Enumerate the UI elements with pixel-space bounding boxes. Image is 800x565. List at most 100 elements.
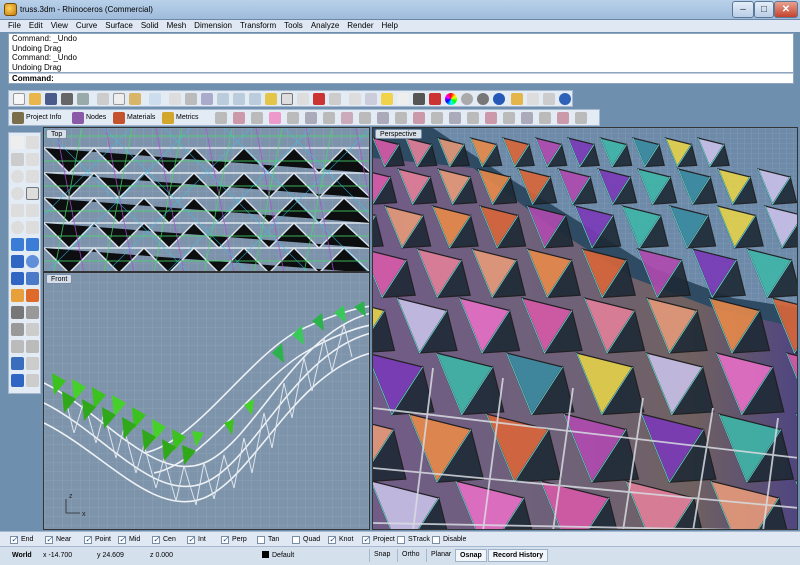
save-icon[interactable] [45,93,57,105]
truss-tool-icon[interactable] [287,112,299,124]
snap-pane[interactable]: Snap [369,549,394,562]
maximize-button[interactable]: □ [754,1,774,18]
zoom-window-icon[interactable] [233,93,245,105]
osnap-tan[interactable]: Tan [257,534,279,545]
osnap-pane[interactable]: Osnap [455,549,487,562]
properties-icon[interactable] [77,93,89,105]
rotate-tool-icon[interactable] [11,323,24,336]
zoom-selected-icon[interactable] [265,93,277,105]
surface-tools-icon[interactable] [26,238,39,251]
freeform-icon[interactable] [26,204,39,217]
truss-tool-icon[interactable] [431,112,443,124]
boolean-icon[interactable] [11,289,24,302]
metrics-button[interactable]: Metrics [161,111,199,125]
mesh-icon[interactable] [26,272,39,285]
truss-tool-icon[interactable] [233,112,245,124]
zoom-icon[interactable] [217,93,229,105]
truss-tool-icon[interactable] [467,112,479,124]
four-viewports-icon[interactable] [281,93,293,105]
truss-tool-icon[interactable] [215,112,227,124]
fillet-icon[interactable] [26,221,39,234]
osnap-mid[interactable]: Mid [118,534,140,545]
select-all-icon[interactable] [349,93,361,105]
truss-tool-icon[interactable] [395,112,407,124]
checkbox-checked[interactable] [118,534,126,545]
curve-icon[interactable] [26,153,39,166]
checkbox-unchecked[interactable] [397,536,405,544]
checkbox-checked[interactable] [84,534,92,545]
ortho-pane[interactable]: Ortho [397,549,424,562]
truss-tool-icon[interactable] [269,112,281,124]
polyline-icon[interactable] [11,153,24,166]
truss-tool-icon[interactable] [557,112,569,124]
viewport-label-front[interactable]: Front [46,274,73,284]
close-button[interactable]: ✕ [774,1,798,18]
zoom-extents-icon[interactable] [249,93,261,105]
cplane-icon[interactable] [313,93,325,105]
menu-tools[interactable]: Tools [280,20,307,32]
explode-icon[interactable] [26,289,39,302]
truss-tool-icon[interactable] [305,112,317,124]
checkbox-checked[interactable] [10,534,18,545]
ellipse-icon[interactable] [11,187,24,200]
extrude-icon[interactable] [11,272,24,285]
viewport-label-perspective[interactable]: Perspective [375,129,422,139]
truss-tool-icon[interactable] [413,112,425,124]
osnap-knot[interactable]: Knot [328,534,353,545]
paste-icon[interactable] [129,93,141,105]
surface-icon[interactable] [11,238,24,251]
menu-view[interactable]: View [47,20,72,32]
truss-tool-icon[interactable] [377,112,389,124]
split-icon[interactable] [26,340,39,353]
truss-tool-icon[interactable] [341,112,353,124]
top-viewport[interactable]: Top [43,127,370,272]
truss-tool-icon[interactable] [575,112,587,124]
viewport-label-top[interactable]: Top [46,129,68,139]
render-tool-icon[interactable] [26,374,39,387]
osnap-disable[interactable]: Disable [432,534,466,545]
current-layer[interactable]: Default [262,550,294,562]
rectangle-icon[interactable] [26,187,39,200]
osnap-quad[interactable]: Quad [292,534,320,545]
move-tool-icon[interactable] [11,306,24,319]
menu-help[interactable]: Help [378,20,402,32]
point-icon[interactable] [26,136,39,149]
dimension-icon[interactable] [26,357,39,370]
layer-icon[interactable] [413,93,425,105]
rotate-view-icon[interactable] [201,93,213,105]
menu-render[interactable]: Render [343,20,377,32]
checkbox-checked[interactable] [45,534,53,545]
planar-pane[interactable]: Planar [426,549,455,562]
print-icon[interactable] [61,93,73,105]
osnap-point[interactable]: Point [84,534,111,545]
select-arrow-icon[interactable] [11,136,24,149]
rhino-app-icon[interactable] [4,3,17,16]
grid-icon[interactable] [297,93,309,105]
cut-icon[interactable] [97,93,109,105]
menu-mesh[interactable]: Mesh [163,20,191,32]
spotlight-icon[interactable] [511,93,523,105]
named-view-icon[interactable] [329,93,341,105]
truss-tool-icon[interactable] [251,112,263,124]
osnap-project[interactable]: Project [362,534,395,545]
lock-icon[interactable] [397,93,409,105]
menu-transform[interactable]: Transform [236,20,280,32]
truss-tool-icon[interactable] [485,112,497,124]
checkbox-checked[interactable] [328,534,336,545]
osnap-cen[interactable]: Cen [152,534,176,545]
perspective-viewport[interactable]: Perspective [372,127,798,530]
truss-tool-icon[interactable] [449,112,461,124]
truss-tool-icon[interactable] [503,112,515,124]
checkbox-unchecked[interactable] [432,536,440,544]
cplane-indicator[interactable]: World [12,550,32,562]
osnap-near[interactable]: Near [45,534,71,545]
checkbox-checked[interactable] [152,534,160,545]
sphere-solid-icon[interactable] [26,255,39,268]
new-file-icon[interactable] [13,93,25,105]
osnap-strack[interactable]: STrack [397,534,430,545]
osnap-end[interactable]: End [10,534,33,545]
minimize-button[interactable]: – [732,1,754,18]
open-folder-icon[interactable] [29,93,41,105]
osnap-perp[interactable]: Perp [221,534,247,545]
checkbox-unchecked[interactable] [257,536,265,544]
